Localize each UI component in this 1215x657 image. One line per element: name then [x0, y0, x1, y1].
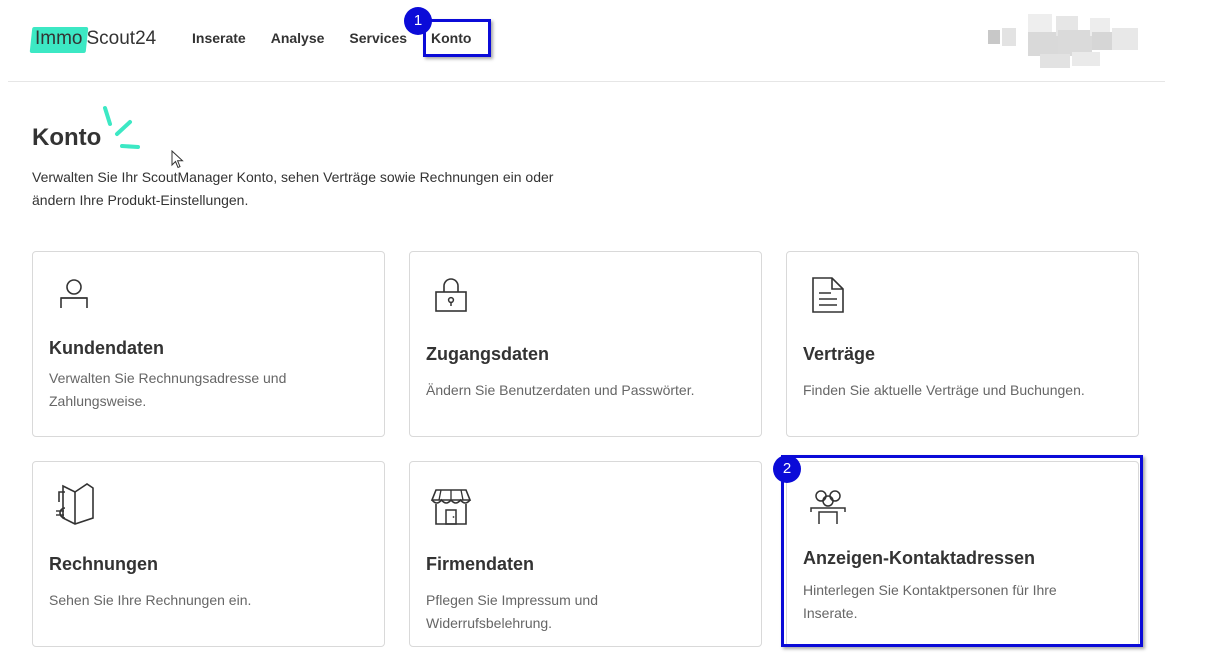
nav-item-inserate[interactable]: Inserate — [192, 28, 246, 48]
card-description: Sehen Sie Ihre Rechnungen ein. — [49, 592, 252, 608]
logo-scout-text: Scout24 — [86, 28, 157, 49]
card-zugangsdaten[interactable]: Zugangsdaten Ändern Sie Benutzerdaten un… — [409, 251, 762, 437]
card-vertraege[interactable]: Verträge Finden Sie aktuelle Verträge un… — [786, 251, 1139, 437]
card-title: Kundendaten — [49, 338, 164, 358]
highlight-box-konto — [423, 19, 491, 57]
document-icon — [812, 277, 844, 313]
card-title: Firmendaten — [426, 554, 535, 574]
immoscout24-logo[interactable]: Immo Scout24 — [32, 24, 156, 54]
card-kundendaten[interactable]: Kundendaten Verwalten Sie Rechnungsadres… — [32, 251, 385, 437]
card-rechnungen[interactable]: Rechnungen Sehen Sie Ihre Rechnungen ein… — [32, 461, 385, 647]
card-firmendaten[interactable]: Firmendaten Pflegen Sie Impressum und Wi… — [409, 461, 762, 647]
invoice-euro-icon — [56, 483, 94, 525]
person-icon — [60, 279, 88, 308]
logo-immo-text: Immo — [32, 26, 86, 52]
card-title: Verträge — [803, 344, 876, 364]
highlight-box-kontaktadressen — [781, 455, 1143, 647]
lock-icon — [435, 278, 467, 312]
mouse-cursor-icon — [171, 150, 184, 169]
card-description: Pflegen Sie Impressum und Widerrufsbeleh… — [426, 592, 598, 631]
step-badge-1: 1 — [404, 7, 432, 35]
nav-item-analyse[interactable]: Analyse — [271, 28, 325, 48]
page-subtitle: Verwalten Sie Ihr ScoutManager Konto, se… — [32, 169, 554, 208]
step-badge-2: 2 — [773, 455, 801, 483]
card-title: Rechnungen — [49, 554, 159, 574]
nav-item-services[interactable]: Services — [349, 28, 407, 48]
card-description: Verwalten Sie Rechnungsadresse und Zahlu… — [49, 370, 287, 409]
card-description: Finden Sie aktuelle Verträge und Buchung… — [803, 382, 1085, 398]
card-title: Zugangsdaten — [426, 344, 550, 364]
storefront-icon — [430, 489, 472, 525]
user-account-blurred[interactable] — [980, 10, 1155, 72]
sparkle-decoration-icon — [103, 106, 140, 149]
card-description: Ändern Sie Benutzerdaten und Passwörter. — [426, 382, 695, 398]
page-title: Konto — [32, 124, 102, 151]
